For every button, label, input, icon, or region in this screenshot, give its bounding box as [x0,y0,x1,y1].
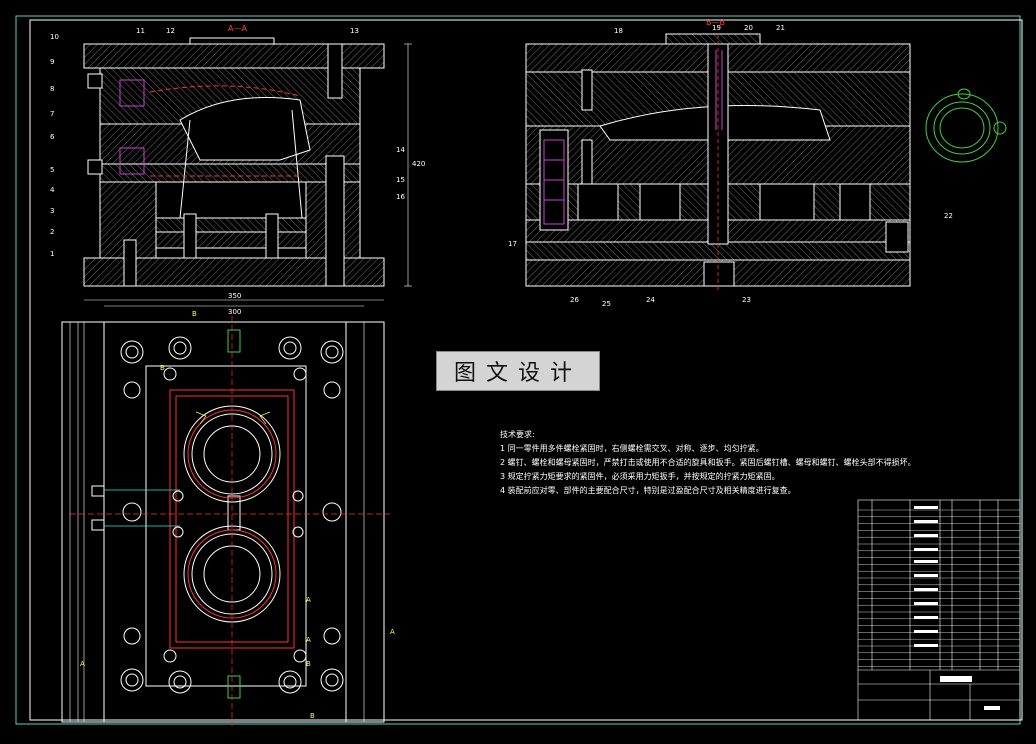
part-number-label: 1 [50,250,55,258]
part-number-label: 13 [350,27,359,35]
section-marker: A [80,660,85,668]
part-number-label: 12 [166,27,175,35]
dim-overall-width: 350 [228,292,242,300]
part-number-label: 10 [50,33,59,41]
part-number-label: 22 [944,212,953,220]
tech-note: 3 规定拧紧力矩要求的紧固件，必须采用力矩扳手，并按规定的拧紧力矩紧固。 [500,472,780,481]
section-marker: A [390,628,395,636]
part-number-label: 2 [50,228,55,236]
tech-note: 2 螺钉、螺栓和螺母紧固时，严禁打击或使用不合适的旋具和扳手。紧固后螺钉槽、螺母… [500,458,916,467]
part-number-label: 14 [396,146,405,154]
section-view-a [83,37,385,287]
dim-inner-width: 300 [228,308,242,316]
part-number-label: 18 [614,27,623,35]
part-number-label: 17 [508,240,517,248]
part-number-label: 21 [776,24,785,32]
part-number-label: 11 [136,27,145,35]
section-marker: B [310,712,315,720]
part-number-label: 15 [396,176,405,184]
section-label-a: A—A [228,24,247,33]
title-block [857,499,1021,721]
part-number-label: 9 [50,58,55,66]
section-marker: A [306,636,311,644]
part-number-label: 25 [602,300,611,308]
section-marker: B [160,364,165,372]
tech-note: 1 同一零件用多件螺栓紧固时，右侧螺栓需交叉、对称、逐步、均匀拧紧。 [500,444,764,453]
part-number-label: 8 [50,85,55,93]
tech-note: 4 装配前应对零、部件的主要配合尺寸，特别是过盈配合尺寸及相关精度进行复查。 [500,486,796,495]
watermark-stamp: 图文设计 [436,351,600,391]
part-number-label: 6 [50,133,55,141]
section-marker: B [192,310,197,318]
section-marker: A [306,596,311,604]
plan-view [61,321,385,723]
part-number-label: 16 [396,193,405,201]
cad-drawing-sheet: A—A B—B 10 9 8 7 6 5 4 3 2 1 11 12 13 14 15 16 18 19 20… [0,0,1036,740]
bom-rows [858,509,1020,667]
ejector-plate [155,231,307,249]
support-plate [99,163,361,183]
iso-view-part [925,88,1007,163]
part-number-label: 26 [570,296,579,304]
part-number-label: 20 [744,24,753,32]
part-number-label: 3 [50,207,55,215]
part-number-label: 5 [50,166,55,174]
part-number-label: 24 [646,296,655,304]
technical-requirements: 技术要求: 1 同一零件用多件螺栓紧固时，右侧螺栓需交叉、对称、逐步、均匀拧紧。… [500,428,916,498]
dim-height: 420 [412,160,426,168]
tech-title: 技术要求: [500,430,535,439]
part-number-label: 23 [742,296,751,304]
section-marker: B [306,660,311,668]
ejector-retainer [155,217,307,233]
part-number-label: 7 [50,110,55,118]
part-number-label: 4 [50,186,55,194]
part-number-label: 19 [712,24,721,32]
